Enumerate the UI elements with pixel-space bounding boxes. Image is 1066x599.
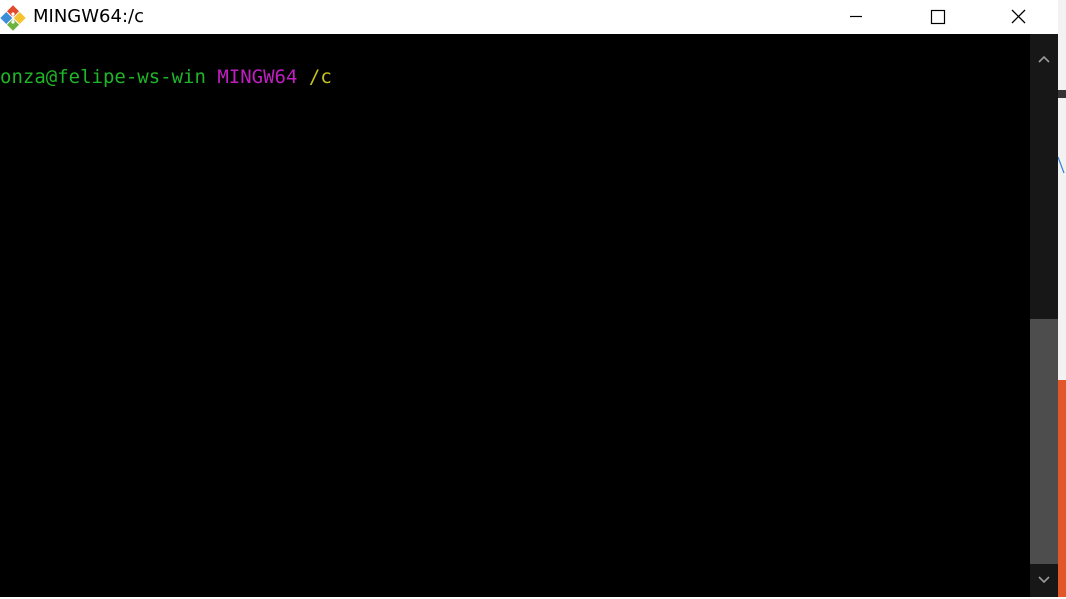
close-icon	[1011, 9, 1026, 24]
scroll-thumb[interactable]	[1030, 319, 1058, 564]
chevron-down-icon	[1038, 576, 1050, 584]
shell-prompt: onza@felipe-ws-win MINGW64 /c	[0, 66, 332, 88]
terminal-output[interactable]: onza@felipe-ws-win MINGW64 /c	[0, 34, 1030, 597]
window-title: MINGW64:/c	[33, 6, 144, 27]
prompt-system: MINGW64	[217, 66, 298, 88]
prompt-path: /c	[308, 66, 332, 88]
terminal-window: MINGW64:/c onza@felipe-ws-win MINGW64 /c	[0, 0, 1058, 597]
background-edge-blue	[1057, 155, 1066, 175]
background-edge-dark	[1058, 90, 1066, 98]
background-edge-orange	[1058, 380, 1066, 597]
close-button[interactable]	[978, 0, 1058, 34]
title-bar[interactable]: MINGW64:/c	[0, 0, 1058, 34]
prompt-user-host: onza@felipe-ws-win	[0, 66, 206, 88]
maximize-icon	[930, 9, 946, 25]
minimize-icon	[850, 15, 862, 18]
background-window-edge	[1057, 0, 1066, 597]
maximize-button[interactable]	[897, 0, 977, 34]
chevron-up-icon	[1038, 55, 1050, 63]
scroll-down-button[interactable]	[1030, 565, 1058, 595]
minimize-button[interactable]	[816, 0, 896, 34]
git-bash-icon[interactable]	[0, 5, 26, 31]
scroll-up-button[interactable]	[1030, 44, 1058, 74]
vertical-scrollbar[interactable]	[1030, 34, 1058, 597]
